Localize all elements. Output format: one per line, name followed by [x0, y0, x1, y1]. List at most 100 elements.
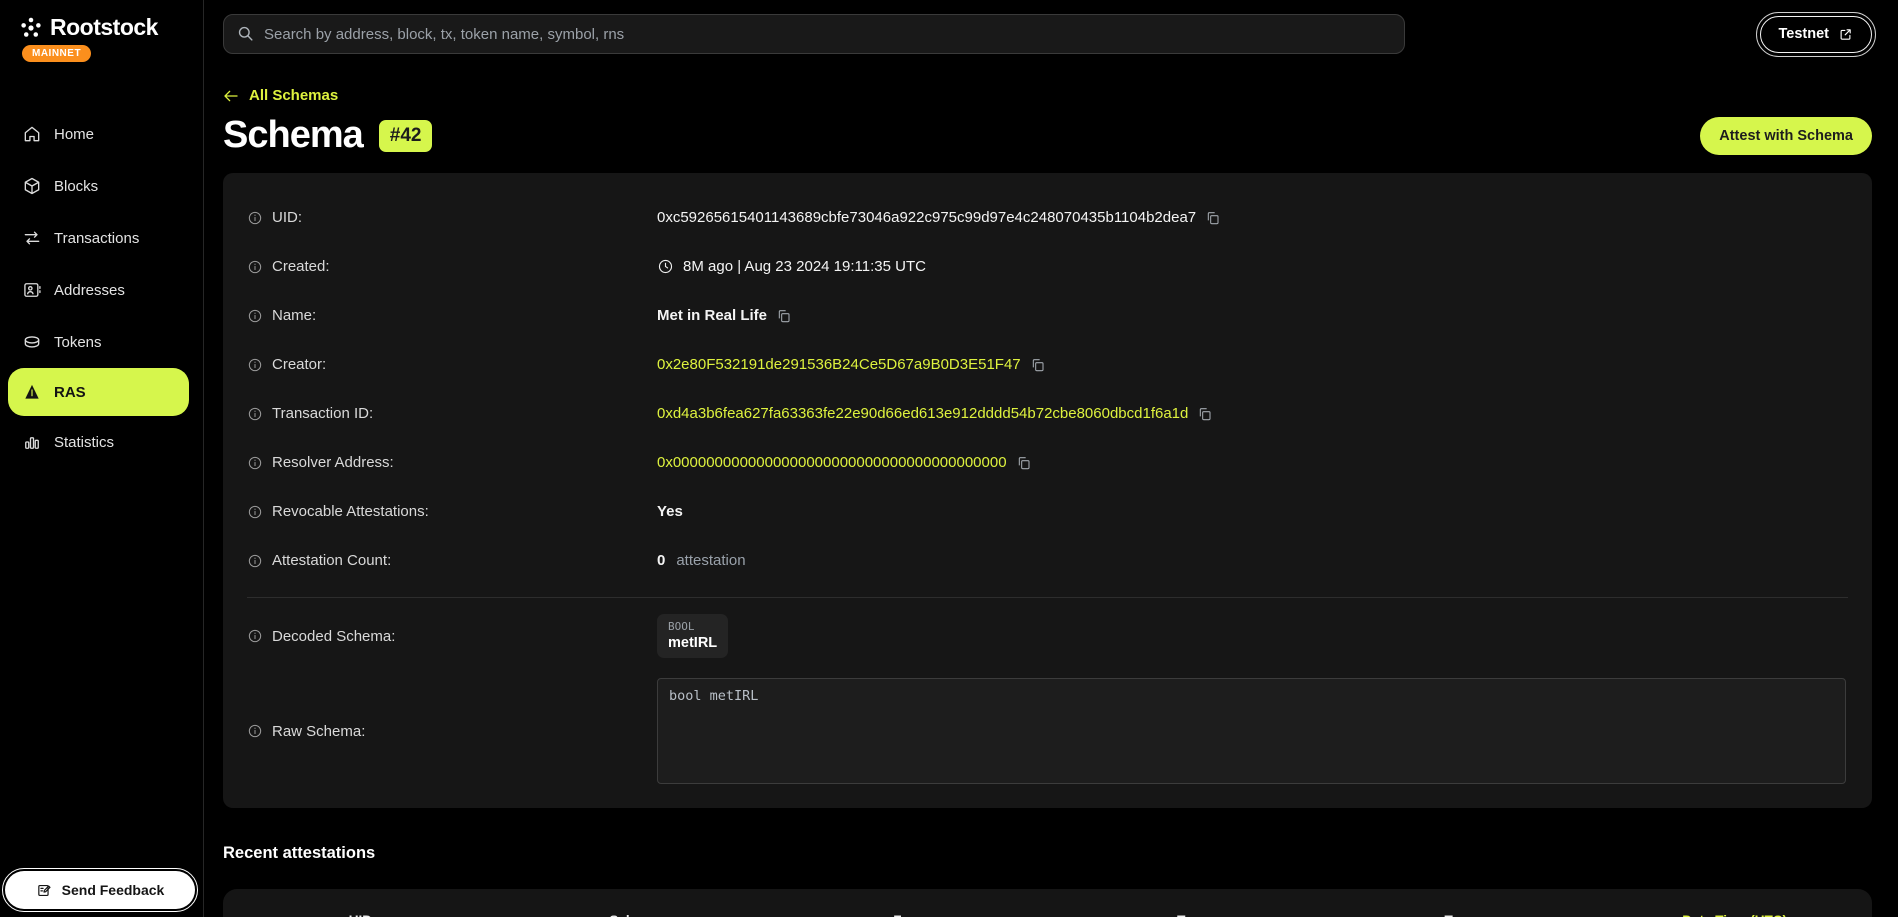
column-header-from[interactable]: From [773, 913, 1048, 917]
attestation-count-value: 0 [657, 552, 665, 569]
created-value: 8M ago | Aug 23 2024 19:11:35 UTC [683, 258, 926, 275]
main-content: Testnet All Schemas Schema #42 Attest wi… [204, 0, 1898, 917]
decoded-schema-chip: BOOL metIRL [657, 614, 728, 658]
created-label: Created: [272, 258, 330, 275]
search-icon [236, 24, 255, 43]
uid-value: 0xc59265615401143689cbfe73046a922c975c99… [657, 209, 1196, 226]
sidebar-item-home[interactable]: Home [0, 108, 203, 160]
creator-address-link[interactable]: 0x2e80F532191de291536B24Ce5D67a9B0D3E51F… [657, 356, 1021, 373]
decoded-schema-field: metIRL [668, 635, 717, 651]
page-title: Schema [223, 114, 363, 157]
detail-row-creator: Creator: 0x2e80F532191de291536B24Ce5D67a… [247, 340, 1848, 389]
sidebar-item-label: Blocks [54, 178, 98, 195]
attestations-table-header: UID Schema From To Type Date Time (UTC) [223, 889, 1872, 917]
brand-name: Rootstock [50, 14, 158, 41]
info-icon [247, 210, 263, 226]
copy-icon[interactable] [1030, 357, 1046, 373]
sidebar: Rootstock MAINNET Home Blocks [0, 0, 204, 917]
copy-icon[interactable] [1197, 406, 1213, 422]
external-link-icon [1838, 27, 1853, 42]
column-header-uid[interactable]: UID [223, 913, 498, 917]
section-divider [247, 597, 1848, 598]
brand: Rootstock MAINNET [0, 0, 203, 62]
recent-attestations-title: Recent attestations [223, 844, 1872, 863]
copy-icon[interactable] [1016, 455, 1032, 471]
detail-row-attestation-count: Attestation Count: 0 attestation [247, 536, 1848, 585]
attestation-count-unit: attestation [676, 552, 745, 569]
contact-card-icon [22, 280, 42, 300]
column-header-to[interactable]: To [1048, 913, 1323, 917]
resolver-address-label: Resolver Address: [272, 454, 394, 471]
bar-chart-icon [22, 432, 42, 452]
sidebar-item-statistics[interactable]: Statistics [0, 416, 203, 468]
column-header-schema[interactable]: Schema [498, 913, 773, 917]
info-icon [247, 406, 263, 422]
info-icon [247, 553, 263, 569]
revocable-value: Yes [657, 503, 683, 520]
arrow-left-icon [223, 88, 239, 104]
sidebar-item-label: Tokens [54, 334, 102, 351]
home-icon [22, 124, 42, 144]
transaction-id-link[interactable]: 0xd4a3b6fea627fa63363fe22e90d66ed613e912… [657, 405, 1188, 422]
search-bar [223, 14, 1405, 54]
transaction-id-label: Transaction ID: [272, 405, 373, 422]
detail-row-name: Name: Met in Real Life [247, 291, 1848, 340]
cube-icon [22, 176, 42, 196]
sidebar-item-transactions[interactable]: Transactions [0, 212, 203, 264]
info-icon [247, 628, 263, 644]
decoded-schema-label: Decoded Schema: [272, 628, 395, 645]
name-label: Name: [272, 307, 316, 324]
raw-schema-label: Raw Schema: [272, 723, 365, 740]
decoded-schema-type: BOOL [668, 620, 717, 633]
network-badge: MAINNET [22, 45, 91, 62]
testnet-switch-button[interactable]: Testnet [1760, 16, 1873, 53]
sidebar-item-label: Addresses [54, 282, 125, 299]
detail-row-revocable: Revocable Attestations: Yes [247, 487, 1848, 536]
info-icon [247, 723, 263, 739]
sidebar-nav: Home Blocks Transactions Addresses [0, 108, 203, 468]
sidebar-item-label: Transactions [54, 230, 139, 247]
sidebar-item-ras[interactable]: RAS [8, 368, 189, 416]
revocable-label: Revocable Attestations: [272, 503, 429, 520]
resolver-address-link[interactable]: 0x00000000000000000000000000000000000000… [657, 454, 1007, 471]
sidebar-item-addresses[interactable]: Addresses [0, 264, 203, 316]
testnet-label: Testnet [1779, 26, 1830, 42]
detail-row-raw-schema: Raw Schema: bool metIRL [247, 678, 1848, 784]
app-root: Rootstock MAINNET Home Blocks [0, 0, 1898, 917]
column-header-type[interactable]: Type [1322, 913, 1597, 917]
search-input[interactable] [223, 14, 1405, 54]
detail-row-transaction-id: Transaction ID: 0xd4a3b6fea627fa63363fe2… [247, 389, 1848, 438]
detail-row-resolver-address: Resolver Address: 0x00000000000000000000… [247, 438, 1848, 487]
sidebar-item-blocks[interactable]: Blocks [0, 160, 203, 212]
back-link-label: All Schemas [249, 87, 338, 104]
rootstock-logo-icon [18, 15, 44, 41]
swap-arrows-icon [22, 228, 42, 248]
name-value: Met in Real Life [657, 307, 767, 324]
raw-schema-textarea[interactable]: bool metIRL [657, 678, 1846, 784]
detail-row-uid: UID: 0xc59265615401143689cbfe73046a922c9… [247, 193, 1848, 242]
creator-label: Creator: [272, 356, 326, 373]
column-header-datetime[interactable]: Date Time (UTC) [1597, 913, 1872, 917]
sidebar-item-tokens[interactable]: Tokens [0, 316, 203, 368]
feedback-label: Send Feedback [62, 882, 165, 898]
coin-icon [22, 332, 42, 352]
send-feedback-button[interactable]: Send Feedback [5, 871, 195, 909]
ras-triangle-icon [22, 382, 42, 402]
attestation-count-label: Attestation Count: [272, 552, 391, 569]
copy-icon[interactable] [1205, 210, 1221, 226]
sidebar-item-label: RAS [54, 384, 86, 401]
clock-icon [657, 258, 674, 275]
sidebar-item-label: Home [54, 126, 94, 143]
schema-details-card: UID: 0xc59265615401143689cbfe73046a922c9… [223, 173, 1872, 808]
uid-label: UID: [272, 209, 302, 226]
schema-id-badge: #42 [379, 120, 433, 152]
top-bar: Testnet [223, 14, 1872, 54]
info-icon [247, 308, 263, 324]
feedback-note-icon [36, 882, 53, 899]
title-row: Schema #42 Attest with Schema [223, 114, 1872, 157]
attest-with-schema-button[interactable]: Attest with Schema [1700, 117, 1872, 155]
info-icon [247, 357, 263, 373]
copy-icon[interactable] [776, 308, 792, 324]
back-to-all-schemas-link[interactable]: All Schemas [223, 87, 338, 104]
sidebar-item-label: Statistics [54, 434, 114, 451]
